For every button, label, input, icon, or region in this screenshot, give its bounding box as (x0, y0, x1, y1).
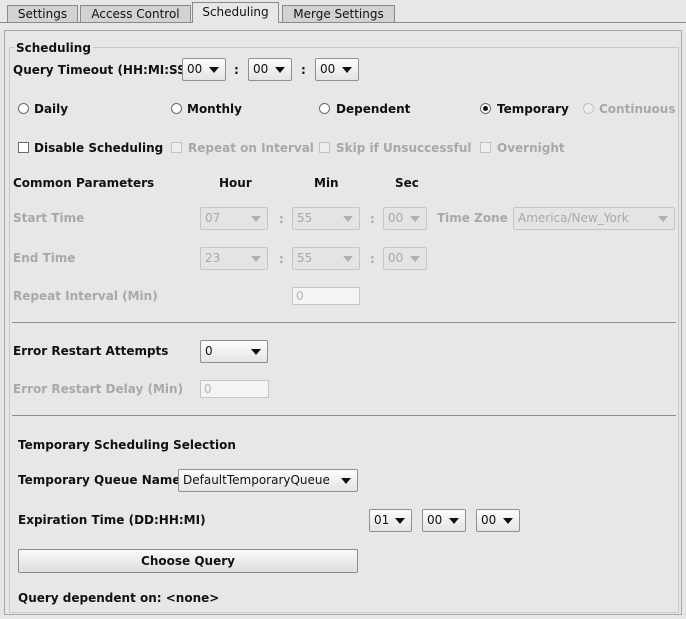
expiration-mi-select[interactable]: 00 (476, 509, 520, 532)
checkbox-overnight (480, 142, 491, 153)
min-header: Min (314, 176, 339, 190)
checkbox-skip-if-unsuccessful (319, 142, 330, 153)
end-sec-select: 00 (383, 247, 427, 270)
tab-merge-settings[interactable]: Merge Settings (282, 5, 395, 22)
end-hour-select: 23 (200, 247, 268, 270)
time-zone-select: America/New_York (513, 207, 675, 230)
repeat-interval-input: 0 (292, 287, 360, 305)
chevron-down-icon (395, 518, 405, 524)
start-sec-value: 00 (388, 211, 404, 225)
expiration-dd-select[interactable]: 01 (369, 509, 412, 532)
expiration-hh-select[interactable]: 00 (422, 509, 466, 532)
radio-dependent-label[interactable]: Dependent (336, 102, 410, 116)
expiration-hh-value: 00 (427, 513, 443, 527)
end-min-select: 55 (292, 247, 360, 270)
tab-scheduling[interactable]: Scheduling (192, 2, 279, 23)
radio-temporary-label[interactable]: Temporary (497, 102, 569, 116)
chevron-down-icon (410, 256, 420, 262)
radio-continuous-label: Continuous (599, 102, 676, 116)
start-time-label: Start Time (13, 211, 85, 225)
time-separator: : (370, 252, 375, 266)
hour-header: Hour (219, 176, 252, 190)
checkbox-disable-scheduling-label[interactable]: Disable Scheduling (34, 141, 163, 155)
chevron-down-icon (209, 67, 219, 73)
query-timeout-mi-value: 00 (253, 62, 269, 76)
time-separator: : (301, 63, 306, 77)
section-divider (12, 415, 676, 416)
end-time-label: End Time (13, 251, 76, 265)
query-timeout-label: Query Timeout (HH:MI:SS) (13, 63, 192, 77)
chevron-down-icon (342, 67, 352, 73)
time-separator: : (234, 63, 239, 77)
end-sec-value: 00 (388, 251, 404, 265)
start-sec-select: 00 (383, 207, 427, 230)
choose-query-button[interactable]: Choose Query (18, 549, 358, 573)
expiration-time-label: Expiration Time (DD:HH:MI) (18, 513, 206, 527)
temporary-queue-name-select[interactable]: DefaultTemporaryQueue (178, 469, 358, 492)
common-parameters-title: Common Parameters (13, 176, 155, 190)
scheduling-group (9, 47, 679, 613)
error-restart-delay-input: 0 (200, 380, 269, 398)
temporary-queue-name-value: DefaultTemporaryQueue (183, 473, 330, 487)
error-restart-attempts-select[interactable]: 0 (200, 340, 268, 363)
chevron-down-icon (343, 216, 353, 222)
error-restart-attempts-label: Error Restart Attempts (13, 344, 169, 358)
checkbox-repeat-on-interval (171, 142, 182, 153)
end-min-value: 55 (297, 251, 313, 265)
time-separator: : (279, 252, 284, 266)
sec-header: Sec (395, 176, 419, 190)
checkbox-skip-if-unsuccessful-label: Skip if Unsuccessful (336, 141, 472, 155)
chevron-down-icon (251, 349, 261, 355)
expiration-dd-value: 01 (374, 513, 390, 527)
radio-daily-label[interactable]: Daily (34, 102, 68, 116)
chevron-down-icon (275, 67, 285, 73)
chevron-down-icon (341, 478, 351, 484)
tab-bar: Settings Access Control Scheduling Merge… (0, 0, 686, 24)
time-separator: : (370, 212, 375, 226)
radio-monthly-label[interactable]: Monthly (187, 102, 242, 116)
temporary-scheduling-title: Temporary Scheduling Selection (18, 438, 236, 452)
start-hour-select: 07 (200, 207, 268, 230)
chevron-down-icon (503, 518, 513, 524)
start-hour-value: 07 (205, 211, 221, 225)
tab-access-control[interactable]: Access Control (80, 5, 191, 22)
query-timeout-ss-value: 00 (320, 62, 336, 76)
query-timeout-hh-value: 00 (187, 62, 203, 76)
checkbox-disable-scheduling[interactable] (18, 142, 29, 153)
query-timeout-hh-select[interactable]: 00 (182, 58, 226, 81)
chevron-down-icon (410, 216, 420, 222)
start-min-value: 55 (297, 211, 313, 225)
section-divider (12, 322, 676, 323)
radio-dependent[interactable] (319, 103, 330, 114)
radio-temporary[interactable] (480, 103, 491, 114)
repeat-interval-label: Repeat Interval (Min) (13, 289, 158, 303)
chevron-down-icon (251, 216, 261, 222)
start-min-select: 55 (292, 207, 360, 230)
checkbox-overnight-label: Overnight (497, 141, 565, 155)
time-zone-label: Time Zone (437, 211, 508, 225)
radio-monthly[interactable] (171, 103, 182, 114)
radio-selected-dot (483, 106, 488, 111)
tab-divider (0, 22, 686, 23)
query-timeout-ss-select[interactable]: 00 (315, 58, 359, 81)
time-separator: : (279, 212, 284, 226)
radio-continuous (583, 103, 594, 114)
chevron-down-icon (449, 518, 459, 524)
tab-settings[interactable]: Settings (7, 5, 78, 22)
query-dependent-on-label: Query dependent on: <none> (18, 591, 220, 605)
group-title: Scheduling (14, 41, 93, 55)
end-hour-value: 23 (205, 251, 221, 265)
checkbox-repeat-on-interval-label: Repeat on Interval (188, 141, 314, 155)
expiration-mi-value: 00 (481, 513, 497, 527)
error-restart-attempts-value: 0 (205, 344, 213, 358)
error-restart-delay-label: Error Restart Delay (Min) (13, 382, 184, 396)
chevron-down-icon (343, 256, 353, 262)
radio-daily[interactable] (18, 103, 29, 114)
temporary-queue-name-label: Temporary Queue Name (18, 473, 181, 487)
chevron-down-icon (251, 256, 261, 262)
query-timeout-mi-select[interactable]: 00 (248, 58, 292, 81)
chevron-down-icon (658, 216, 668, 222)
time-zone-value: America/New_York (518, 211, 629, 225)
